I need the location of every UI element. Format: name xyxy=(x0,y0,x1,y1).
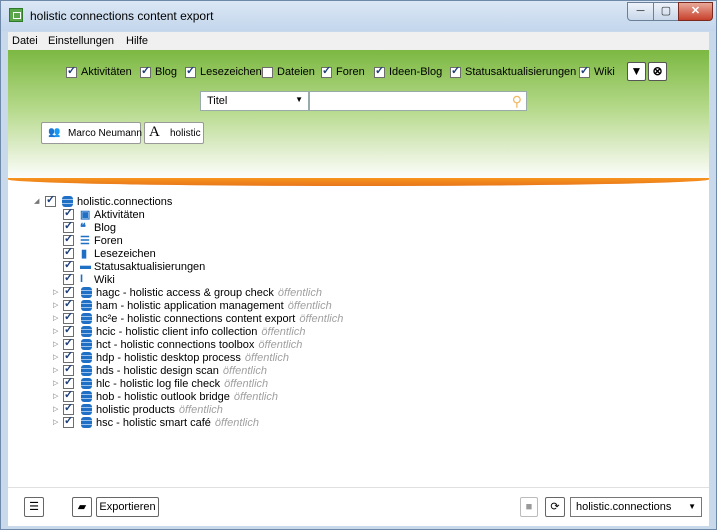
banner-divider xyxy=(8,178,709,186)
filter-icon[interactable]: ▼ xyxy=(627,62,646,81)
stop-icon[interactable]: ■ xyxy=(520,497,538,517)
community-icon xyxy=(81,326,92,337)
checkbox[interactable] xyxy=(262,66,273,78)
minimize-button[interactable]: ─ xyxy=(627,2,654,21)
community-icon xyxy=(81,313,92,324)
title-bar[interactable]: holistic connections content export ─ ▢ … xyxy=(1,1,716,31)
export-button[interactable]: Exportieren xyxy=(96,497,159,517)
collapse-icon[interactable]: ◢ xyxy=(34,197,39,205)
expand-icon[interactable]: ▷ xyxy=(53,392,58,400)
search-icon: ⚲ xyxy=(511,93,522,109)
filter-wiki[interactable]: Wiki xyxy=(579,64,615,78)
menu-bar: Datei Einstellungen Hilfe xyxy=(8,32,709,51)
expand-icon[interactable]: ▷ xyxy=(53,301,58,309)
checkbox[interactable] xyxy=(450,64,461,78)
checkbox[interactable] xyxy=(140,64,151,78)
maximize-button[interactable]: ▢ xyxy=(653,2,679,21)
people-icon: 👥 xyxy=(48,127,61,138)
bookmarks-icon: ▮ xyxy=(81,248,88,260)
window-title: holistic connections content export xyxy=(30,9,214,23)
forums-icon: ☰ xyxy=(80,235,90,247)
checkbox[interactable] xyxy=(321,64,332,78)
text-size-icon: A xyxy=(149,124,160,140)
menu-icon[interactable]: ☰ xyxy=(24,497,44,517)
expand-icon[interactable]: ▷ xyxy=(53,288,58,296)
community-icon xyxy=(81,300,92,311)
server-select[interactable]: holistic.connections ▼ xyxy=(570,497,702,517)
community-icon xyxy=(81,287,92,298)
filter-statusaktualisierungen[interactable]: Statusaktualisierungen xyxy=(450,64,576,78)
filter-banner: Aktivitäten Blog Lesezeichen Dateien For… xyxy=(8,50,709,180)
filter-dateien[interactable]: Dateien xyxy=(262,66,315,78)
community-icon xyxy=(81,339,92,350)
status-icon: ▬ xyxy=(80,260,91,272)
checkbox[interactable] xyxy=(579,64,590,78)
wiki-icon: I xyxy=(80,273,84,285)
footer-toolbar: ☰ ▰ Exportieren ■ ⟳ holistic.connections… xyxy=(8,487,709,526)
expand-icon[interactable]: ▷ xyxy=(53,340,58,348)
search-field-select[interactable]: Titel ▼ xyxy=(200,91,309,111)
community-icon xyxy=(81,391,92,402)
community-icon xyxy=(81,365,92,376)
activities-icon: ▣ xyxy=(80,209,91,221)
filter-ideen-blog[interactable]: Ideen-Blog xyxy=(374,64,442,78)
checkbox[interactable] xyxy=(63,414,74,428)
expand-icon[interactable]: ▷ xyxy=(53,405,58,413)
search-input[interactable]: ⚲ xyxy=(309,91,527,111)
clear-filter-icon[interactable]: ⊗ xyxy=(648,62,667,81)
user-filter-chip[interactable]: 👥 Marco Neumann xyxy=(41,122,142,144)
community-icon xyxy=(81,417,92,428)
expand-icon[interactable]: ▷ xyxy=(53,418,58,426)
filter-blog[interactable]: Blog xyxy=(140,64,177,78)
community-icon xyxy=(81,378,92,389)
filter-foren[interactable]: Foren xyxy=(321,64,365,78)
community-icon xyxy=(81,404,92,415)
expand-icon[interactable]: ▷ xyxy=(53,327,58,335)
community-icon xyxy=(81,352,92,363)
menu-datei[interactable]: Datei xyxy=(12,35,38,47)
filter-lesezeichen[interactable]: Lesezeichen xyxy=(185,64,262,78)
checkbox[interactable] xyxy=(66,64,77,78)
main-content: Aktivitäten Blog Lesezeichen Dateien For… xyxy=(8,50,709,526)
expand-icon[interactable]: ▷ xyxy=(53,314,58,322)
chevron-down-icon: ▼ xyxy=(688,502,696,511)
chevron-down-icon: ▼ xyxy=(295,95,303,104)
app-icon xyxy=(9,8,23,22)
refresh-icon[interactable]: ⟳ xyxy=(545,497,565,517)
app-window: holistic connections content export ─ ▢ … xyxy=(0,0,717,530)
expand-icon[interactable]: ▷ xyxy=(53,379,58,387)
blog-icon: ❝ xyxy=(80,222,86,234)
menu-einstellungen[interactable]: Einstellungen xyxy=(48,35,114,47)
checkbox[interactable] xyxy=(45,193,56,207)
filter-aktivitaeten[interactable]: Aktivitäten xyxy=(66,64,132,78)
checkbox[interactable] xyxy=(374,64,385,78)
expand-icon[interactable]: ▷ xyxy=(53,353,58,361)
close-button[interactable]: ✕ xyxy=(678,2,713,21)
menu-hilfe[interactable]: Hilfe xyxy=(126,35,148,47)
expand-icon[interactable]: ▷ xyxy=(53,366,58,374)
checkbox[interactable] xyxy=(185,64,196,78)
text-filter-chip[interactable]: A holistic xyxy=(144,122,204,144)
folder-icon[interactable]: ▰ xyxy=(72,497,92,517)
